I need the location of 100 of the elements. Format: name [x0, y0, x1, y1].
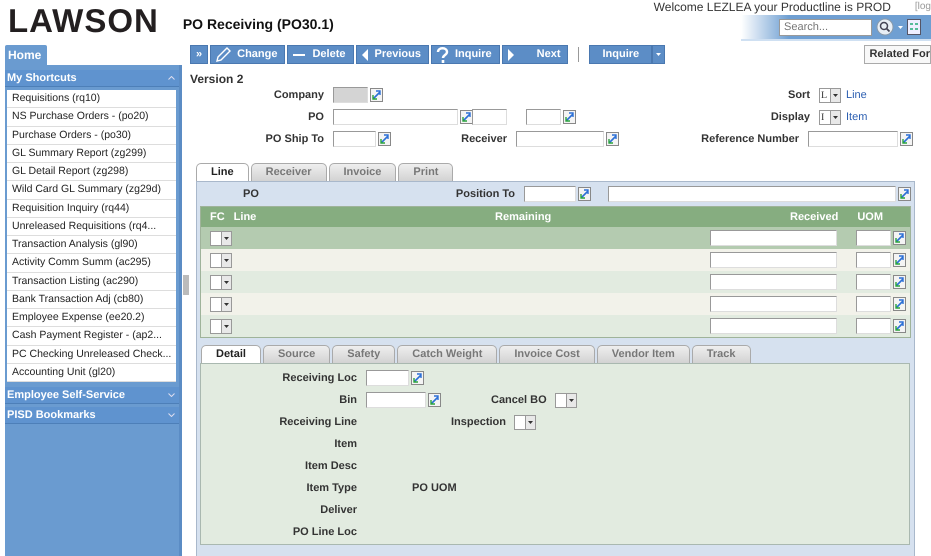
received-field[interactable] — [710, 318, 837, 334]
received-field[interactable] — [710, 252, 837, 268]
field-label: Receiving Line — [278, 414, 357, 430]
column-header: UOM — [857, 210, 883, 225]
field-label: PO Ship To — [264, 132, 324, 147]
input-field[interactable] — [608, 186, 896, 202]
related-forms-button[interactable]: Related For — [864, 45, 931, 64]
dropdown-field[interactable] — [210, 296, 232, 312]
received-field[interactable] — [710, 274, 837, 290]
dropdown-field[interactable] — [514, 414, 536, 430]
caret-icon — [224, 324, 229, 328]
input-field[interactable] — [526, 109, 561, 125]
caret-icon — [833, 116, 838, 118]
input-field[interactable] — [366, 370, 409, 386]
lookup-icon[interactable] — [428, 393, 441, 407]
caret-icon — [224, 280, 229, 284]
lookup-icon[interactable] — [378, 132, 391, 146]
dropdown-field[interactable]: L — [819, 88, 841, 102]
dropdown-field[interactable] — [210, 318, 232, 334]
field-label: Position To — [456, 186, 515, 202]
caret-icon — [568, 398, 574, 402]
table-row[interactable] — [201, 227, 910, 249]
shortcut-link[interactable]: Requisitions (rq10) — [7, 90, 176, 108]
field-label: PO — [307, 110, 324, 125]
uom-field[interactable] — [856, 252, 891, 268]
field-label: Deliver — [319, 502, 357, 518]
lookup-icon[interactable] — [893, 297, 906, 311]
uom-field[interactable] — [856, 318, 891, 334]
dropdown-field[interactable] — [210, 230, 232, 246]
uom-field[interactable] — [856, 296, 891, 312]
shortcut-link[interactable]: Wild Card GL Summary (zg29d) — [7, 181, 176, 200]
caret-icon — [656, 53, 662, 56]
shortcut-link[interactable]: PC Checking Unreleased Check... — [7, 346, 176, 364]
caret-icon — [224, 236, 229, 240]
lookup-icon[interactable] — [893, 253, 906, 267]
table-row[interactable] — [201, 293, 910, 315]
input-field[interactable] — [333, 109, 458, 125]
pencil-icon — [215, 47, 232, 62]
column-header: FC — [210, 210, 225, 225]
field-label: PO — [243, 186, 259, 202]
field-value: Line — [846, 88, 867, 103]
lookup-icon[interactable] — [411, 371, 424, 385]
shortcut-link[interactable]: Cash Payment Register - (ap2... — [7, 327, 176, 346]
caret-icon — [833, 94, 838, 96]
shortcut-link[interactable]: Requisition Inquiry (rq44) — [7, 200, 176, 218]
dropdown-field[interactable] — [210, 252, 232, 268]
lookup-icon[interactable] — [606, 132, 619, 146]
dropdown-field[interactable] — [210, 274, 232, 290]
caret-icon — [898, 26, 903, 28]
dropdown-field[interactable]: I — [819, 110, 841, 124]
shortcut-link[interactable]: GL Detail Report (zg298) — [7, 163, 176, 182]
tab[interactable]: Detail — [201, 345, 261, 363]
shortcut-link[interactable]: Activity Comm Summ (ac295) — [7, 254, 176, 272]
received-field[interactable] — [710, 230, 837, 246]
tab[interactable]: Line — [196, 163, 249, 181]
field-label: Receiver — [460, 132, 507, 147]
caret-icon — [224, 258, 229, 262]
lookup-icon[interactable] — [893, 231, 906, 245]
field-label: Display — [770, 110, 810, 125]
dropdown-button[interactable] — [652, 45, 666, 64]
dropdown-field[interactable] — [554, 392, 577, 408]
lookup-icon[interactable] — [898, 187, 911, 201]
section-title: PISD Bookmarks — [7, 408, 96, 423]
input-field[interactable] — [524, 186, 576, 202]
table-row[interactable] — [201, 249, 910, 271]
search-field[interactable]: Search... — [779, 18, 872, 36]
input-field[interactable] — [333, 131, 376, 147]
lookup-icon[interactable] — [578, 187, 591, 201]
lookup-icon[interactable] — [900, 132, 913, 146]
input-field[interactable] — [472, 109, 507, 125]
shortcut-link[interactable]: Transaction Listing (ac290) — [7, 272, 176, 291]
field-label: Cancel BO — [491, 392, 547, 408]
input-field[interactable] — [516, 131, 604, 147]
lookup-icon[interactable] — [893, 319, 906, 333]
column-header: Line — [234, 210, 256, 225]
table-row[interactable] — [201, 315, 910, 337]
shortcut-link[interactable]: Unreleased Requisitions (rq4... — [7, 218, 176, 236]
collapse-handle[interactable] — [183, 275, 189, 295]
section-title: Employee Self-Service — [7, 388, 126, 403]
lookup-icon[interactable] — [460, 110, 473, 124]
welcome-text: Welcome LEZLEA your Productline is PROD — [654, 0, 891, 14]
shortcut-link[interactable]: GL Summary Report (zg299) — [7, 144, 176, 163]
lookup-icon[interactable] — [893, 275, 906, 289]
form-title: PO Receiving (PO30.1) — [182, 15, 334, 34]
shortcut-link[interactable]: Transaction Analysis (gl90) — [7, 236, 176, 254]
uom-field[interactable] — [856, 230, 891, 246]
shortcut-link[interactable]: Accounting Unit (gl20) — [7, 364, 176, 382]
shortcut-link[interactable]: Purchase Orders - (po30) — [7, 126, 176, 145]
received-field[interactable] — [710, 296, 837, 312]
lookup-icon[interactable] — [370, 88, 383, 102]
input-field[interactable] — [808, 131, 898, 147]
lookup-icon[interactable] — [563, 110, 576, 124]
field-label: Item — [333, 436, 357, 452]
shortcut-link[interactable]: Employee Expense (ee20.2) — [7, 309, 176, 328]
caret-icon — [528, 420, 533, 424]
table-row[interactable] — [201, 271, 910, 293]
input-field[interactable] — [366, 392, 426, 408]
uom-field[interactable] — [856, 274, 891, 290]
shortcut-link[interactable]: NS Purchase Orders - (po20) — [7, 108, 176, 126]
shortcut-link[interactable]: Bank Transaction Adj (cb80) — [7, 290, 176, 309]
